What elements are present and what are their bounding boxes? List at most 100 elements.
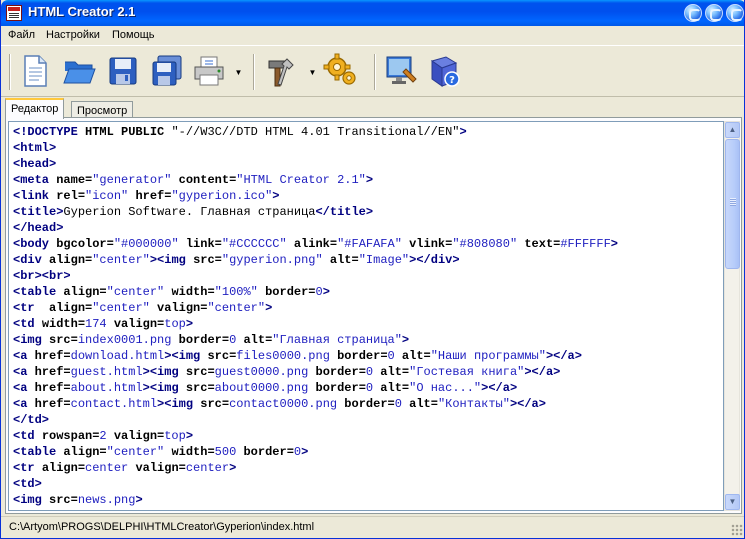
code-line[interactable]: <br><br>: [9, 268, 723, 284]
code-token: Gyperion Software. Главная страница: [63, 205, 316, 219]
code-token: href=: [34, 381, 71, 395]
code-token: >: [272, 189, 280, 203]
code-token: border=: [171, 333, 230, 347]
save-all-icon[interactable]: [149, 53, 185, 89]
scroll-up-button[interactable]: ▲: [725, 122, 740, 138]
code-line[interactable]: <a href=about.html><img src=about0000.pn…: [9, 380, 723, 396]
code-line[interactable]: </head>: [9, 220, 723, 236]
print-icon[interactable]: [191, 53, 227, 89]
code-token: src=: [185, 381, 215, 395]
tools-dropdown-arrow[interactable]: ▼: [308, 68, 317, 77]
code-line[interactable]: <td>: [9, 476, 723, 492]
code-token: <tr: [13, 461, 42, 475]
code-token: <tr: [13, 301, 50, 315]
menu-bar: Файл Настройки Помощь: [1, 26, 744, 45]
code-token: "#FAFAFA": [337, 237, 402, 251]
code-token: alt=: [401, 397, 438, 411]
code-token: "center": [92, 253, 150, 267]
code-line[interactable]: </td>: [9, 412, 723, 428]
code-line[interactable]: <a href=contact.html><img src=contact000…: [9, 396, 723, 412]
code-token: "#CCCCCC": [221, 237, 287, 251]
code-token: "gyperion.ico": [171, 189, 273, 203]
code-token: download.html: [70, 349, 165, 363]
minimize-button[interactable]: [684, 4, 702, 22]
code-line[interactable]: <td rowspan=2 valign=top>: [9, 428, 723, 444]
code-line[interactable]: <img src=index0001.png border=0 alt="Гла…: [9, 332, 723, 348]
app-icon[interactable]: [6, 5, 22, 21]
menu-settings[interactable]: Настройки: [46, 29, 100, 41]
settings-gear-icon[interactable]: [323, 53, 359, 89]
editor-panel: <!DOCTYPE HTML PUBLIC "-//W3C//DTD HTML …: [5, 117, 742, 514]
code-token: >: [265, 301, 273, 315]
code-line[interactable]: <head>: [9, 156, 723, 172]
code-line[interactable]: <td width=174 valign=top>: [9, 316, 723, 332]
code-token: ></a>: [509, 397, 546, 411]
code-token: rowspan=: [41, 429, 100, 443]
code-token: ><img: [142, 381, 186, 395]
code-line[interactable]: <img src=news.png>: [9, 492, 723, 508]
code-token: </td>: [13, 413, 50, 427]
code-line[interactable]: <!DOCTYPE HTML PUBLIC "-//W3C//DTD HTML …: [9, 124, 723, 140]
tab-preview[interactable]: Просмотр: [71, 101, 134, 118]
tools-icon[interactable]: [263, 53, 299, 89]
code-line[interactable]: <html>: [9, 140, 723, 156]
code-line[interactable]: <div align="center"><img src="gyperion.p…: [9, 252, 723, 268]
code-token: 174: [85, 317, 107, 331]
code-token: ></a>: [481, 381, 518, 395]
code-line[interactable]: <table align="center" width="100%" borde…: [9, 284, 723, 300]
code-token: 0: [293, 445, 302, 459]
code-line[interactable]: <a href=download.html><img src=files0000…: [9, 348, 723, 364]
resize-grip-icon[interactable]: [731, 524, 743, 536]
code-token: guest0000.png: [214, 365, 309, 379]
code-editor[interactable]: <!DOCTYPE HTML PUBLIC "-//W3C//DTD HTML …: [8, 121, 724, 511]
code-token: guest.html: [70, 365, 143, 379]
scroll-thumb[interactable]: [725, 139, 740, 269]
vertical-scrollbar[interactable]: ▲ ▼: [724, 121, 740, 511]
code-line[interactable]: <table align="center" width=500 border=0…: [9, 444, 723, 460]
code-line[interactable]: <link rel="icon" href="gyperion.ico">: [9, 188, 723, 204]
code-token: 0: [315, 285, 323, 299]
help-book-icon[interactable]: ?: [426, 53, 462, 89]
code-line[interactable]: <: [9, 508, 723, 510]
tab-editor[interactable]: Редактор: [5, 98, 65, 119]
code-token: src=: [49, 333, 78, 347]
save-icon[interactable]: [105, 53, 141, 89]
code-token: 0: [394, 397, 402, 411]
code-token: >: [610, 237, 618, 251]
menu-help[interactable]: Помощь: [112, 29, 155, 41]
print-dropdown-arrow[interactable]: ▼: [234, 68, 243, 77]
code-token: ></div>: [409, 253, 460, 267]
code-token: "generator": [92, 173, 172, 187]
code-line[interactable]: <meta name="generator" content="HTML Cre…: [9, 172, 723, 188]
status-bar: C:\Artyom\PROGS\DELPHI\HTMLCreator\Gyper…: [1, 516, 744, 538]
code-line[interactable]: <body bgcolor="#000000" link="#CCCCCC" a…: [9, 236, 723, 252]
code-line[interactable]: <title>Gyperion Software. Главная страни…: [9, 204, 723, 220]
code-line[interactable]: <a href=guest.html><img src=guest0000.pn…: [9, 364, 723, 380]
maximize-button[interactable]: [705, 4, 723, 22]
code-token: href=: [128, 189, 172, 203]
code-token: align=: [63, 285, 107, 299]
scroll-down-button[interactable]: ▼: [725, 494, 740, 510]
code-token: align=: [49, 253, 93, 267]
title-bar[interactable]: HTML Creator 2.1: [1, 0, 744, 26]
toolbar-separator: [374, 54, 376, 90]
code-token: >: [229, 461, 237, 475]
code-line[interactable]: <tr align="center" valign="center">: [9, 300, 723, 316]
code-token: "gyperion.png": [221, 253, 323, 267]
code-token: <: [13, 509, 20, 510]
new-document-icon[interactable]: [17, 53, 53, 89]
code-line[interactable]: <tr align=center valign=center>: [9, 460, 723, 476]
code-token: href=: [34, 349, 71, 363]
close-button[interactable]: [726, 4, 744, 22]
code-token: files0000.png: [236, 349, 330, 363]
code-token: src=: [207, 349, 237, 363]
file-path: C:\Artyom\PROGS\DELPHI\HTMLCreator\Gyper…: [9, 521, 315, 533]
code-token: align=: [41, 461, 86, 475]
preview-browser-icon[interactable]: [384, 53, 420, 89]
open-folder-icon[interactable]: [61, 53, 97, 89]
code-token: alt=: [394, 349, 431, 363]
menu-file[interactable]: Файл: [8, 29, 35, 41]
code-token: >: [135, 493, 143, 507]
code-token: >: [365, 173, 374, 187]
code-token: src=: [185, 365, 215, 379]
